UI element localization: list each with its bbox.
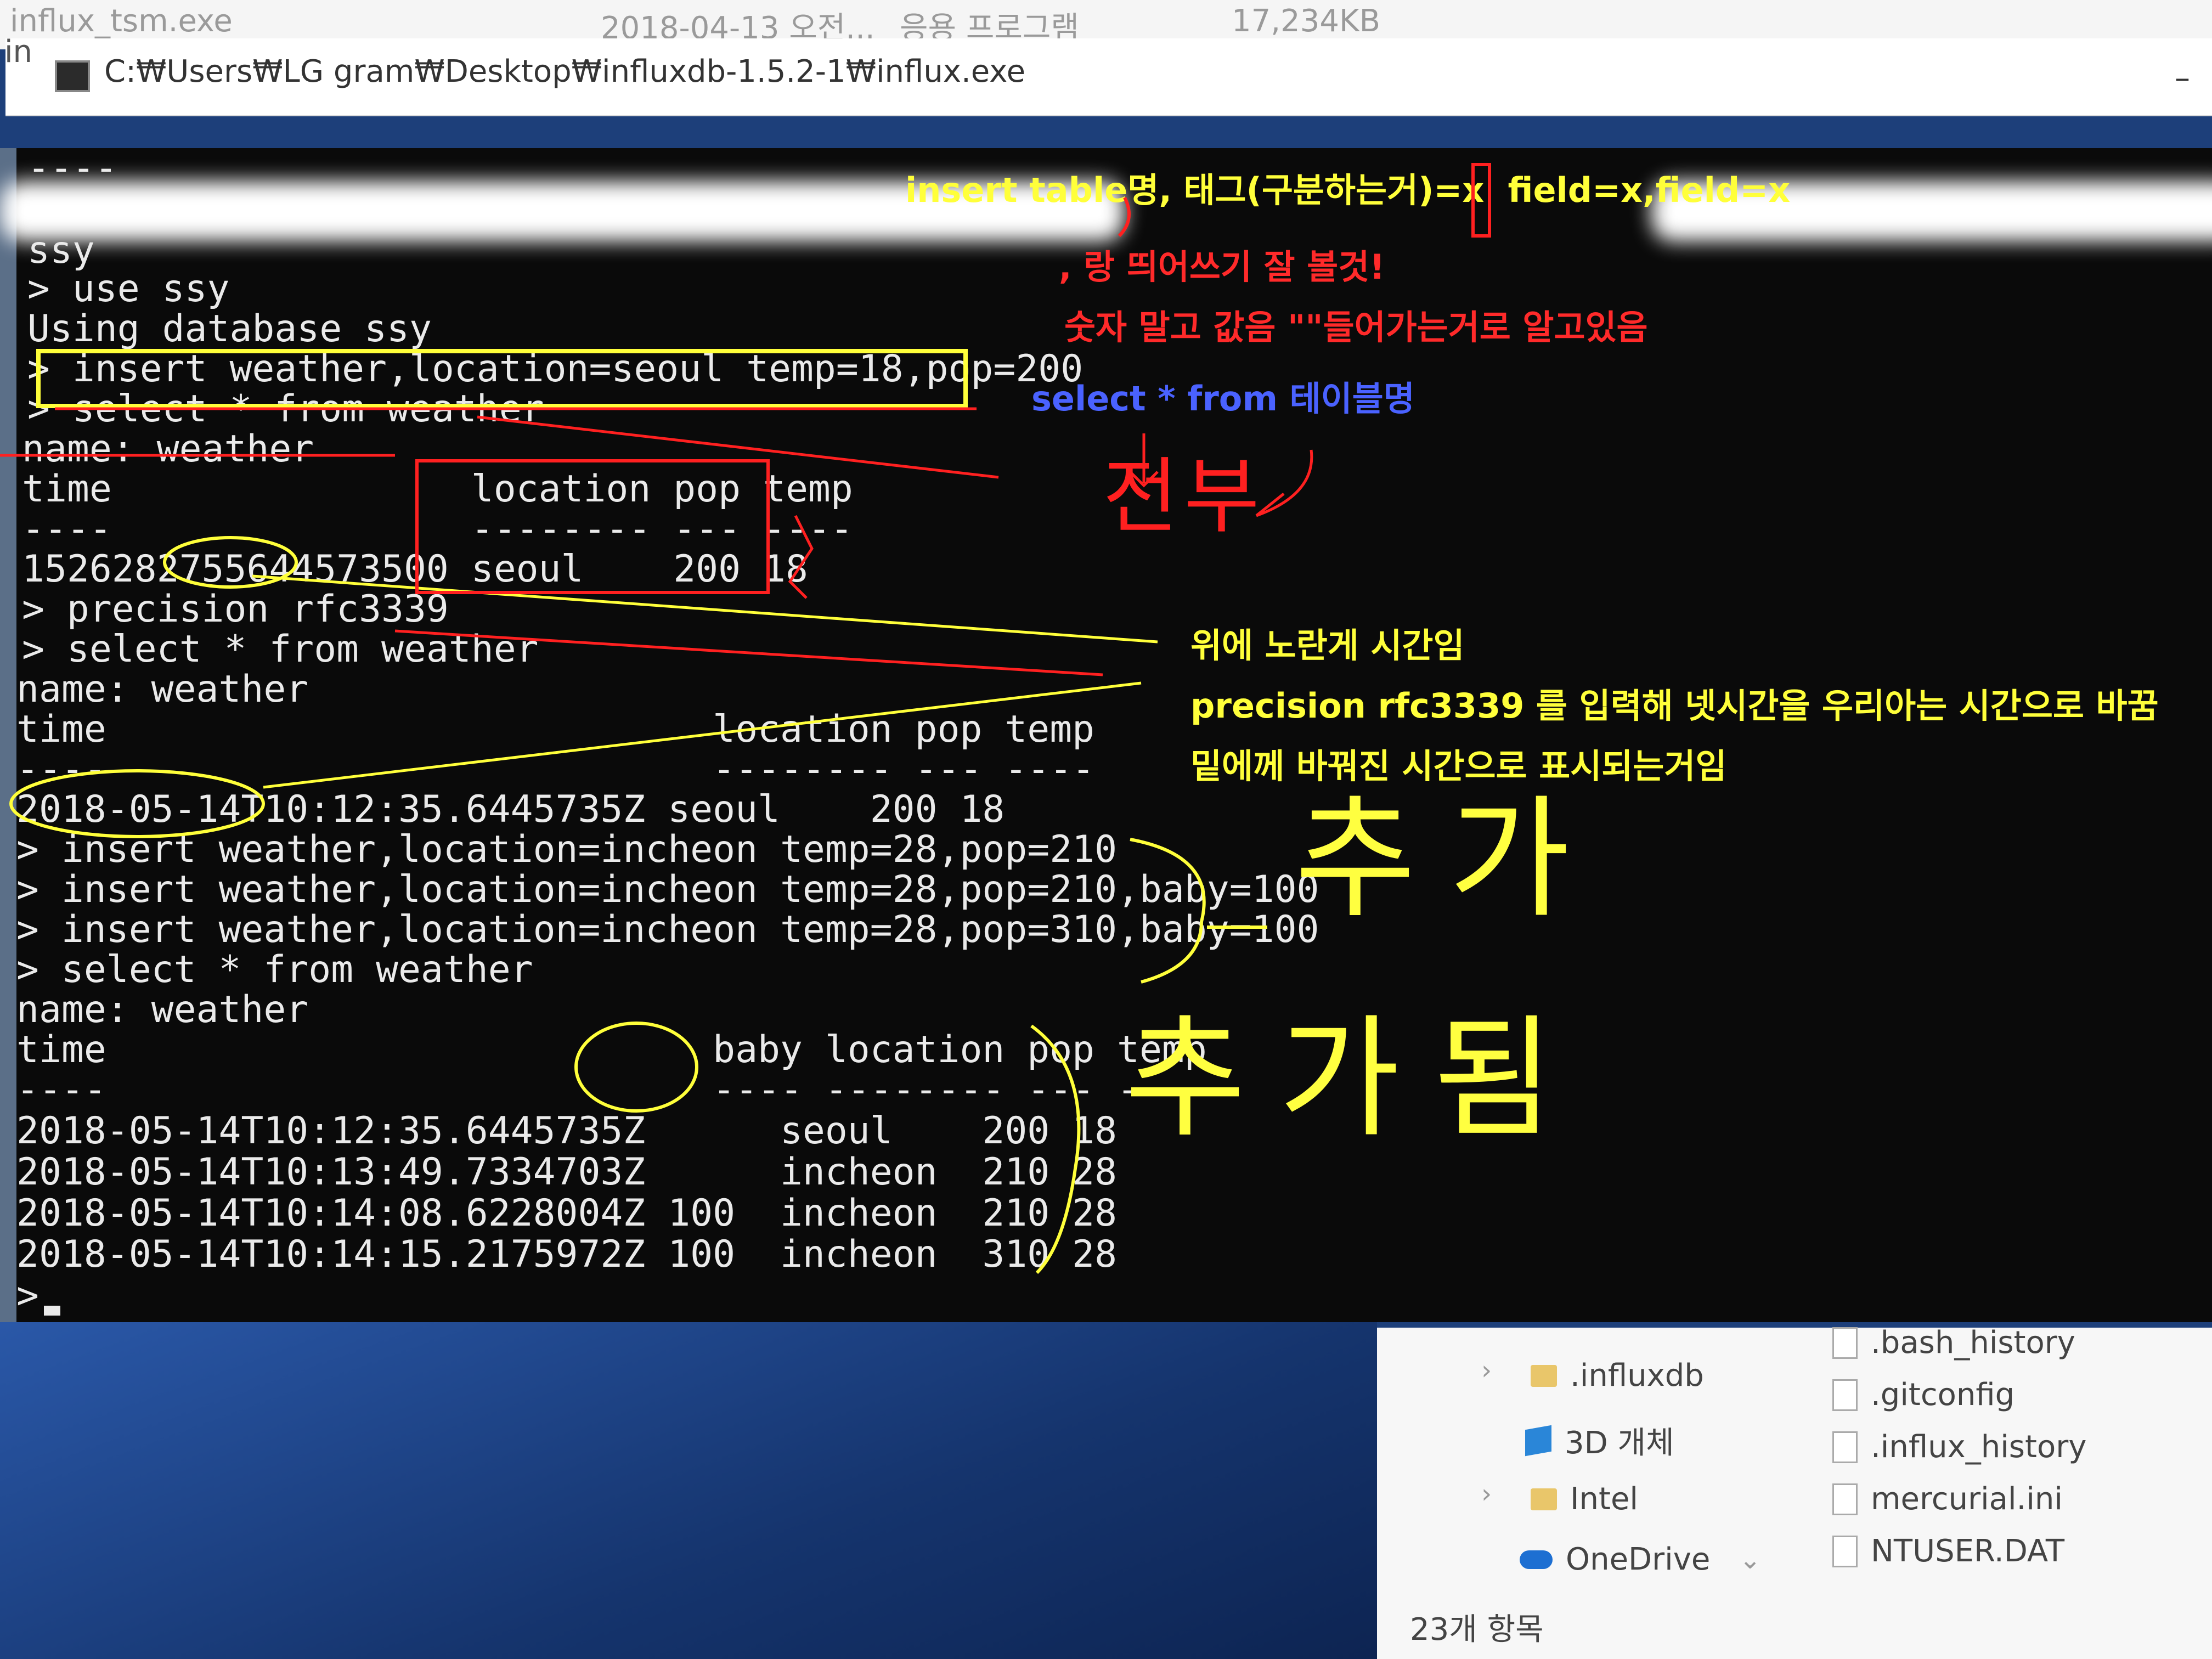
chevron-right-icon[interactable]: ›	[1481, 1479, 1492, 1509]
nav-item-3d-objects[interactable]: 3D 개체	[1525, 1418, 1674, 1463]
file-icon	[1832, 1431, 1858, 1463]
console-line: time baby location pop temp	[16, 1028, 1207, 1071]
console-line: > use ssy	[27, 267, 230, 311]
background-fragment: in	[4, 34, 33, 70]
console-line: 2018-05-14T10:14:15.2175972Z 100 incheon…	[16, 1233, 1118, 1276]
file-item[interactable]: .gitconfig	[1832, 1377, 2015, 1413]
annotation-insert-syntax: insert table명, 태그(구분하는거)=x field=x,field…	[905, 170, 1791, 210]
console-line: Using database ssy	[27, 307, 432, 351]
nav-item-intel[interactable]: Intel	[1531, 1481, 1638, 1517]
annotation-space-note: , 랑 띄어쓰기 잘 볼것!	[1059, 247, 1385, 287]
annotation-quote-note: 숫자 말고 값음 ""들어가는거로 알고있음	[1064, 307, 1648, 347]
console-line: ---- -------- --- ----	[16, 748, 1095, 791]
file-item[interactable]: mercurial.ini	[1832, 1481, 2063, 1517]
file-item-label: mercurial.ini	[1871, 1481, 2063, 1517]
settings-file-icon	[1832, 1483, 1858, 1515]
console-app-icon	[55, 60, 90, 92]
chevron-down-icon[interactable]: ⌄	[1739, 1544, 1761, 1575]
console-line: 1526282755644573500 seoul 200 18	[22, 548, 808, 591]
console-line: > insert weather,location=incheon temp=2…	[16, 868, 1319, 911]
annotation-all: 전부	[1103, 449, 1266, 545]
console-output[interactable]: ---- ssy > use ssy Using database ssy > …	[0, 148, 2212, 1322]
file-item[interactable]: .bash_history	[1832, 1325, 2075, 1361]
annotation-time-note-3: 밑에께 바꿔진 시간으로 표시되는거임	[1190, 746, 1727, 786]
console-line: name: weather	[16, 988, 309, 1031]
nav-item-label: 3D 개체	[1565, 1425, 1674, 1461]
window-title: C:₩Users₩LG gram₩Desktop₩influxdb-1.5.2-…	[104, 54, 1026, 89]
console-line: name: weather	[16, 668, 309, 711]
file-name[interactable]: influx_tsm.exe	[10, 3, 233, 39]
console-line: > select * from weather	[22, 628, 539, 671]
annotation-time-note-2: precision rfc3339 를 입력해 넷시간을 우리아는 시간으로 바…	[1190, 686, 2159, 726]
folder-icon	[1531, 1488, 1557, 1510]
file-item[interactable]: .influx_history	[1832, 1429, 2086, 1465]
annotation-add: 추가	[1295, 782, 1603, 936]
annotation-added: 추가됨	[1125, 1002, 1587, 1155]
console-line: > insert weather,location=seoul temp=18,…	[27, 347, 1084, 391]
console-line: ---- ---- -------- --- ----	[16, 1068, 1207, 1111]
file-icon	[1832, 1379, 1858, 1411]
nav-item-label: OneDrive	[1566, 1542, 1711, 1577]
desktop-background	[0, 1322, 1377, 1659]
nav-item-onedrive[interactable]: OneDrive	[1520, 1542, 1710, 1577]
console-line: > insert weather,location=incheon temp=2…	[16, 828, 1118, 871]
file-item-label: .influx_history	[1871, 1429, 2087, 1465]
minimize-button[interactable]: –	[2175, 60, 2190, 96]
nav-item-label: Intel	[1570, 1481, 1638, 1517]
file-item-label: .gitconfig	[1871, 1377, 2015, 1413]
status-bar-count: 23개 항목	[1410, 1612, 1544, 1647]
file-icon	[1832, 1327, 1858, 1359]
file-item[interactable]: NTUSER.DAT	[1832, 1533, 2064, 1569]
annotation-time-note-1: 위에 노란게 시간임	[1190, 625, 1465, 665]
console-title-bar[interactable]: in C:₩Users₩LG gram₩Desktop₩influxdb-1.5…	[4, 34, 2212, 116]
console-line: ---- -------- --- ----	[22, 507, 853, 551]
annotation-select-note: select * from 테이블명	[1031, 379, 1415, 419]
file-item-label: .bash_history	[1871, 1325, 2075, 1361]
cloud-icon	[1520, 1550, 1553, 1569]
file-size: 17,234KB	[1232, 3, 1381, 39]
folder-icon	[1531, 1364, 1557, 1387]
console-line: ssy	[27, 229, 95, 272]
chevron-right-icon[interactable]: ›	[1481, 1355, 1492, 1386]
console-line: 2018-05-14T10:13:49.7334703Z incheon 210…	[16, 1150, 1118, 1194]
console-line: 2018-05-14T10:14:08.6228004Z 100 incheon…	[16, 1192, 1118, 1235]
explorer-panel: › .influxdb 3D 개체 › Intel OneDrive ⌄ .ba…	[1377, 1325, 2212, 1659]
console-line: > select * from weather	[16, 948, 533, 991]
file-item-label: NTUSER.DAT	[1871, 1533, 2065, 1569]
file-icon	[1832, 1535, 1858, 1567]
text-cursor	[44, 1306, 60, 1316]
console-line: time location pop temp	[22, 467, 853, 511]
console-line: > select * from weather	[27, 387, 544, 431]
console-line: name: weather	[22, 427, 314, 471]
console-line: > insert weather,location=incheon temp=2…	[16, 908, 1319, 951]
console-prompt: >	[16, 1274, 39, 1317]
console-line: > precision rfc3339	[22, 588, 449, 631]
3d-objects-icon	[1525, 1425, 1551, 1456]
console-line: 2018-05-14T10:12:35.6445735Z seoul 200 1…	[16, 1109, 1118, 1153]
nav-item-influxdb[interactable]: .influxdb	[1531, 1358, 1704, 1393]
console-line: 2018-05-14T10:12:35.6445735Z seoul 200 1…	[16, 788, 1005, 831]
console-line: ----	[27, 146, 117, 190]
console-line: time location pop temp	[16, 708, 1095, 751]
nav-item-label: .influxdb	[1570, 1358, 1704, 1393]
